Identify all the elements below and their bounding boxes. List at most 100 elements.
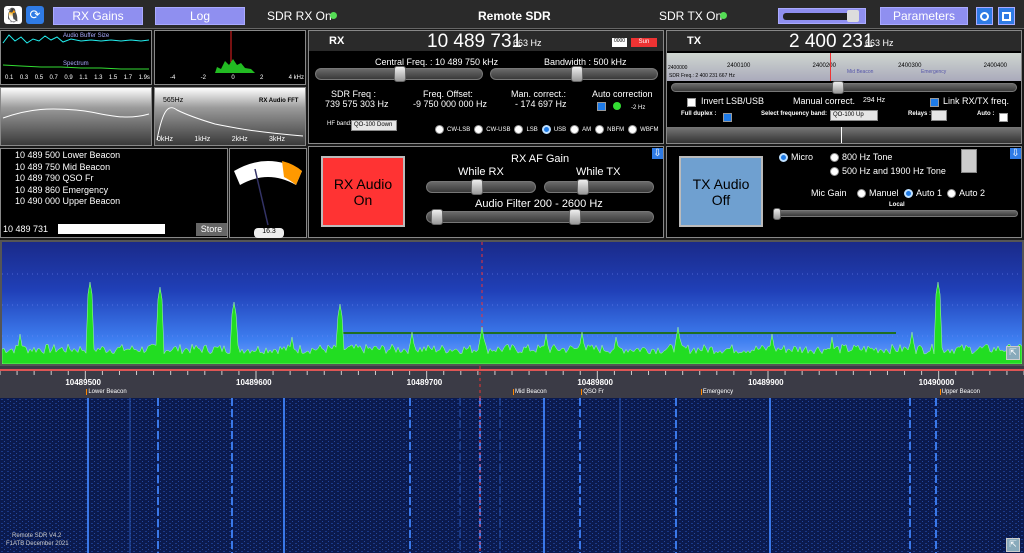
auto-correction-label: Auto correction [592, 89, 653, 99]
rx-gain-slider[interactable] [426, 179, 536, 195]
memory-item[interactable]: 10 489 750 Mid Beacon [15, 162, 120, 174]
tx-band-select[interactable]: QO-100 Up [830, 110, 878, 121]
full-duplex-label: Full duplex : [681, 111, 717, 117]
spectrum-corner-icon[interactable]: ⇱ [1006, 346, 1020, 360]
scale-marker[interactable]: QSO Fr [581, 389, 604, 395]
rx-gains-button[interactable]: RX Gains [53, 7, 143, 25]
audio-buffer-graph: Audio Buffer Size Spectrum 0.1 0.3 0.5 0.7 0… [0, 30, 152, 85]
mode-label: NBFM [607, 127, 625, 134]
tx-freq-slider[interactable] [671, 81, 1017, 94]
memory-item[interactable]: 10 489 790 QSO Fr [15, 173, 120, 185]
mode-label: USB [553, 127, 567, 134]
buffer-scale-tick: 1.1 [79, 75, 88, 81]
mode-label: CW-USB [486, 127, 511, 134]
mode-cw-usb[interactable]: CW-USB [474, 125, 510, 134]
hf-band-label: HF band: [327, 121, 352, 127]
auto-correction-checkbox[interactable] [597, 102, 606, 111]
mode-nbfm[interactable]: NBFM [595, 125, 624, 134]
spectrum-scale-tick: -2 [200, 75, 206, 81]
buffer-scale-tick: 1.7 [123, 75, 133, 81]
spectrum-display[interactable]: ⇱ [0, 240, 1024, 366]
tone500-option[interactable]: 500 Hz and 1900 Hz Tone [830, 166, 946, 177]
tx-frequency[interactable]: 2 400 231 [789, 31, 874, 53]
audio-waveform-graph [0, 87, 152, 146]
buffer-scale: 0.1 0.3 0.5 0.7 0.9 1.1 1.3 1.5 1.7 1.9s [5, 75, 150, 81]
memory-name-input[interactable] [58, 224, 165, 234]
tx-audio-panel: TX Audio Off ⇩ Micro 800 Hz Tone 500 Hz … [666, 146, 1022, 238]
memory-item[interactable]: 10 489 860 Emergency [15, 185, 120, 197]
fft-scale-tick: 1kHz [194, 136, 211, 143]
tx-scale-tick: 2400300 [898, 63, 922, 69]
mode-cw-lsb[interactable]: CW-LSB [435, 125, 470, 134]
hf-band-select[interactable]: QO-100 Down [351, 120, 397, 131]
keypad-icon[interactable] [961, 149, 977, 173]
mic-gain-slider[interactable] [773, 208, 1018, 220]
rx-collapse-icon[interactable]: ⇩ [652, 148, 663, 159]
mode-am[interactable]: AM [570, 125, 591, 134]
log-button[interactable]: Log [155, 7, 245, 25]
penguin-icon[interactable]: 🐧 [4, 6, 22, 24]
scale-major-label: 10489700 [406, 378, 443, 387]
buffer-scale-tick: 1.9s [138, 75, 150, 81]
memory-item[interactable]: 10 489 500 Lower Beacon [15, 150, 120, 162]
refresh-icon[interactable]: ⟳ [26, 6, 44, 24]
fullscreen-icon[interactable] [976, 7, 993, 25]
tx-frequency-hz: 663 Hz [865, 38, 894, 48]
store-button[interactable]: Store [196, 223, 227, 236]
sdr-freq-label: SDR Freq : [331, 89, 377, 99]
spectrum-scale: -4 -2 0 2 4 kHz [170, 75, 304, 81]
tone800-option[interactable]: 800 Hz Tone [830, 152, 892, 163]
scale-marker[interactable]: Lower Beacon [86, 389, 127, 395]
mode-label: WBFM [640, 127, 659, 134]
audio-filter-slider[interactable] [426, 209, 654, 225]
smeter-value: 16.3 [254, 228, 284, 238]
audio-filter-label: Audio Filter 200 - 2600 Hz [475, 198, 603, 210]
tx-panel: TX 2 400 231 663 Hz 2400000 2400100 24002… [666, 30, 1022, 144]
parameters-button[interactable]: Parameters [880, 7, 968, 25]
current-frequency: 10 489 731 [3, 224, 49, 234]
buffer-scale-tick: 0.9 [64, 75, 73, 81]
link-checkbox[interactable] [930, 98, 939, 107]
auto-label: Auto : [977, 111, 995, 117]
mode-lsb[interactable]: LSB [514, 125, 538, 134]
mode-usb[interactable]: USB [541, 125, 567, 134]
mode-wbfm[interactable]: WBFM [628, 125, 658, 134]
buffer-scale-tick: 1.3 [94, 75, 103, 81]
auto2-option[interactable]: Auto 2 [947, 188, 985, 199]
frequency-scale[interactable]: 10489500 10489600 10489700 10489800 10489900… [0, 366, 1024, 398]
audio-buffer-label: Audio Buffer Size [63, 33, 110, 39]
auto1-option[interactable]: Auto 1 [904, 188, 942, 199]
rx-frequency[interactable]: 10 489 731 [427, 31, 522, 53]
buffer-scale-tick: 0.1 [5, 75, 14, 81]
buffer-scale-tick: 0.5 [34, 75, 44, 81]
tx-label: TX [687, 35, 702, 47]
micro-option[interactable]: Micro [779, 152, 813, 163]
waterfall-corner-icon[interactable]: ⇱ [1006, 538, 1020, 552]
s-meter: 16.3 [229, 148, 307, 238]
rx-digits-button[interactable]: 0000 [612, 38, 627, 47]
relays-select[interactable] [931, 110, 947, 121]
scale-marker[interactable]: Upper Beacon [939, 389, 980, 395]
bandwidth-slider[interactable] [490, 66, 658, 82]
rx-audio-button[interactable]: RX Audio On [321, 156, 405, 227]
manual-correct-label: Manual correct. [793, 96, 856, 106]
scale-major-label: 10489500 [65, 378, 101, 387]
scale-major-label: 10489800 [577, 378, 613, 387]
invert-checkbox[interactable] [687, 98, 696, 107]
auto-checkbox[interactable] [999, 113, 1008, 122]
bandwidth-label: Bandwidth : 500 kHz [544, 57, 627, 67]
volume-knob[interactable] [847, 10, 859, 22]
full-duplex-checkbox[interactable] [723, 113, 732, 122]
scale-marker[interactable]: Mid Beacon [513, 389, 547, 395]
volume-slider[interactable] [778, 8, 866, 24]
central-freq-slider[interactable] [315, 66, 483, 82]
window-icon[interactable] [998, 7, 1015, 25]
memory-item[interactable]: 10 490 000 Upper Beacon [15, 196, 120, 208]
tx-collapse-icon[interactable]: ⇩ [1010, 148, 1021, 159]
tx-audio-button[interactable]: TX Audio Off [679, 156, 763, 227]
sun-button[interactable]: Sun [631, 38, 657, 47]
tx-gain-slider[interactable] [544, 179, 654, 195]
manuel-option[interactable]: Manuel [857, 188, 899, 199]
scale-marker[interactable]: Emergency [700, 389, 733, 395]
waterfall-display[interactable]: Remote SDR V4.2 F1ATB December 2021 ⇱ [0, 398, 1024, 553]
